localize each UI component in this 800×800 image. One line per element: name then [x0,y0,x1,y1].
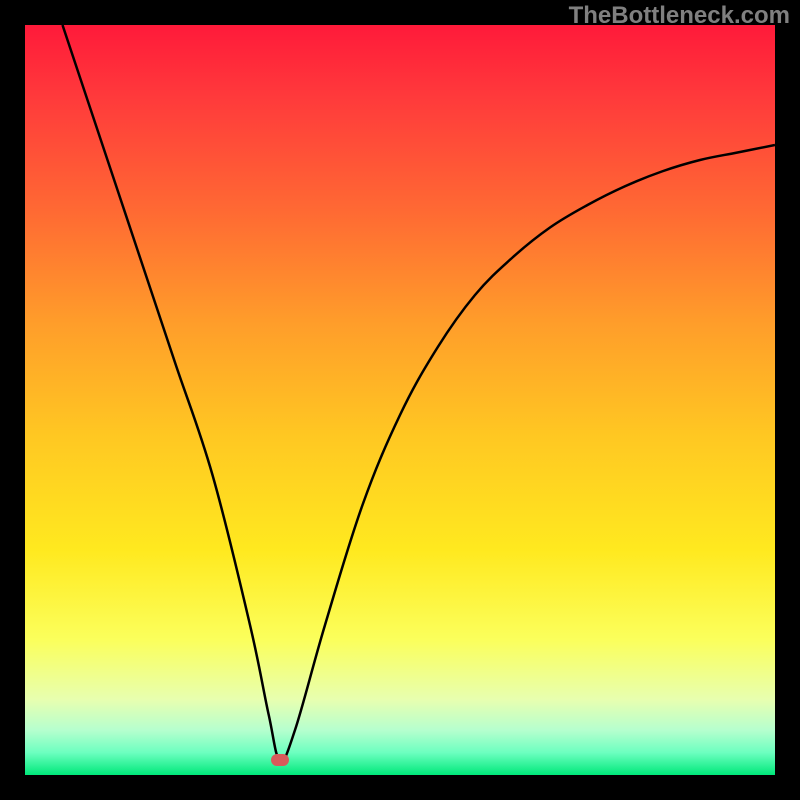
watermark-text: TheBottleneck.com [569,2,790,30]
bottleneck-curve [63,25,776,760]
plot-area [25,25,775,775]
chart-frame: TheBottleneck.com [0,0,800,800]
curve-svg [25,25,775,775]
minimum-marker [271,754,289,766]
